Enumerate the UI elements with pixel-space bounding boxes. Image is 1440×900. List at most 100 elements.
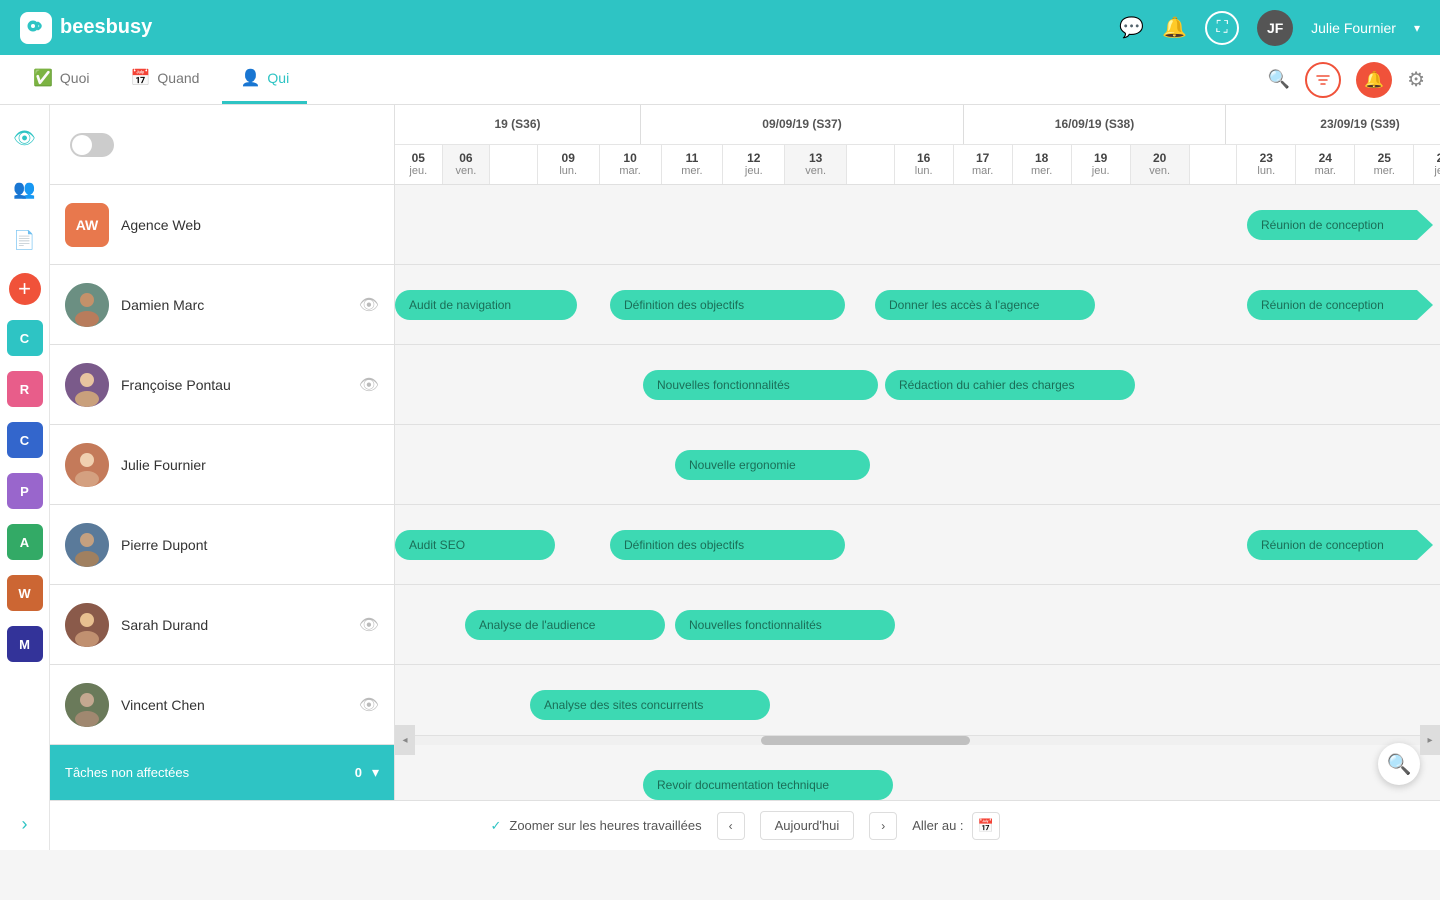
- sidebar-expand-btn[interactable]: ›: [22, 814, 28, 850]
- task-definition-objectifs-1[interactable]: Définition des objectifs: [610, 290, 845, 320]
- person-name-pierre-dupont: Pierre Dupont: [121, 537, 379, 553]
- person-row-damien-marc[interactable]: Damien Marc 👁: [50, 265, 394, 345]
- filter-btn[interactable]: [1305, 62, 1341, 98]
- tab-qui[interactable]: 👤 Qui: [222, 55, 307, 104]
- person-row-julie-fournier[interactable]: Julie Fournier: [50, 425, 394, 505]
- eye-icon-damien[interactable]: 👁: [359, 295, 379, 315]
- bottom-bar-left: ✓ Zoomer sur les heures travaillées: [490, 818, 701, 834]
- task-reunion-conception-1-top[interactable]: Réunion de conception: [1247, 210, 1417, 240]
- task-nouvelles-fonctionnalites-francoise[interactable]: Nouvelles fonctionnalités: [675, 610, 895, 640]
- goto-label: Aller au :: [912, 818, 963, 833]
- eye-icon-sarah[interactable]: 👁: [359, 615, 379, 635]
- sidebar-item-p[interactable]: P: [7, 473, 43, 509]
- chat-icon[interactable]: 💬: [1119, 15, 1144, 40]
- task-analyse-audience[interactable]: Analyse de l'audience: [465, 610, 665, 640]
- alert-btn[interactable]: 🔔: [1356, 62, 1392, 98]
- sidebar-item-r[interactable]: R: [7, 371, 43, 407]
- task-redaction-cahier[interactable]: Rédaction du cahier des charges: [885, 370, 1135, 400]
- avatar-sarah-durand: [65, 603, 109, 647]
- eye-icon-francoise[interactable]: 👁: [359, 375, 379, 395]
- task-audit-seo[interactable]: Audit SEO: [395, 530, 555, 560]
- task-arrow-right-3: [1417, 530, 1433, 560]
- unassigned-label: Tâches non affectées: [65, 765, 345, 780]
- gantt-scrollbar-thumb[interactable]: [761, 736, 970, 745]
- toggle-btn[interactable]: [70, 133, 114, 157]
- avatar-agence-web: AW: [65, 203, 109, 247]
- expand-btn[interactable]: ⛶: [1205, 11, 1239, 45]
- people-header: [50, 105, 394, 185]
- day-09: 09lun.: [538, 145, 600, 185]
- task-reunion-conception-1-bottom[interactable]: Réunion de conception: [1247, 290, 1417, 320]
- task-audit-navigation[interactable]: Audit de navigation: [395, 290, 577, 320]
- tab-quand[interactable]: 📅 Quand: [113, 55, 218, 104]
- prev-btn[interactable]: ‹: [717, 812, 745, 840]
- sidebar-item-view[interactable]: 👁: [7, 120, 43, 156]
- search-btn[interactable]: 🔍: [1268, 69, 1290, 90]
- gantt-row-francoise-1: Audit SEO Définition des objectifs Réuni…: [395, 505, 1440, 585]
- tab-quand-label: Quand: [157, 70, 199, 86]
- user-avatar[interactable]: JF: [1257, 10, 1293, 46]
- day-26: 26jeu.: [1414, 145, 1440, 185]
- person-row-agence-web[interactable]: AW Agence Web: [50, 185, 394, 265]
- tabs: ✅ Quoi 📅 Quand 👤 Qui: [15, 55, 307, 104]
- next-btn[interactable]: ›: [869, 812, 897, 840]
- sidebar-item-a[interactable]: A: [7, 524, 43, 560]
- task-nouvelles-fonctionnalites-damien[interactable]: Nouvelles fonctionnalités: [643, 370, 878, 400]
- check-icon: ✓: [490, 818, 501, 834]
- week-label-s37: 09/09/19 (S37): [641, 105, 964, 144]
- settings-btn[interactable]: ⚙: [1407, 67, 1425, 92]
- task-donner-acces[interactable]: Donner les accès à l'agence: [875, 290, 1095, 320]
- day-06: 06ven.: [443, 145, 491, 185]
- task-definition-objectifs-francoise[interactable]: Définition des objectifs: [610, 530, 845, 560]
- task-analyse-sites[interactable]: Analyse des sites concurrents: [530, 690, 770, 720]
- day-05: 05jeu.: [395, 145, 443, 185]
- day-24: 24mar.: [1296, 145, 1355, 185]
- goto-section: Aller au : 📅: [912, 812, 999, 840]
- day-25: 25mer.: [1355, 145, 1414, 185]
- person-row-francoise-pontau[interactable]: Françoise Pontau 👁: [50, 345, 394, 425]
- gantt-chart[interactable]: 19 (S36) 09/09/19 (S37) 16/09/19 (S38) 2…: [395, 105, 1440, 800]
- scroll-right-arrow[interactable]: ▸: [1420, 725, 1440, 755]
- sidebar-item-m[interactable]: M: [7, 626, 43, 662]
- avatar-francoise-pontau: [65, 363, 109, 407]
- day-07-spacer: [490, 145, 538, 185]
- sidebar-item-people[interactable]: 👥: [7, 171, 43, 207]
- scroll-left-arrow[interactable]: ◂: [395, 725, 415, 755]
- eye-icon-vincent[interactable]: 👁: [359, 695, 379, 715]
- logo-icon: [20, 12, 52, 44]
- unassigned-count: 0: [355, 765, 362, 780]
- gantt-row-francoise-2: Analyse de l'audience Nouvelles fonction…: [395, 585, 1440, 665]
- task-revoir-documentation[interactable]: Revoir documentation technique: [643, 770, 893, 800]
- task-reunion-conception-francoise[interactable]: Réunion de conception: [1247, 530, 1417, 560]
- week-label-s38: 16/09/19 (S38): [964, 105, 1226, 144]
- person-name-agence-web: Agence Web: [121, 217, 379, 233]
- day-row: 05jeu. 06ven. 09lun. 10mar. 11mer. 12jeu…: [395, 145, 1440, 185]
- gantt-container: AW Agence Web Damien Marc 👁 Franç: [50, 105, 1440, 800]
- tab-qui-label: Qui: [267, 70, 289, 86]
- day-10: 10mar.: [600, 145, 662, 185]
- add-btn[interactable]: +: [9, 273, 41, 305]
- sidebar-item-c2[interactable]: C: [7, 422, 43, 458]
- tab-quoi[interactable]: ✅ Quoi: [15, 55, 108, 104]
- unassigned-arrow: ▾: [372, 764, 379, 781]
- calendar-btn[interactable]: 📅: [972, 812, 1000, 840]
- sidebar-item-docs[interactable]: 📄: [7, 222, 43, 258]
- avatar-damien-marc: [65, 283, 109, 327]
- day-18: 18mer.: [1013, 145, 1072, 185]
- bell-icon[interactable]: 🔔: [1162, 15, 1187, 40]
- person-row-pierre-dupont[interactable]: Pierre Dupont: [50, 505, 394, 585]
- sidebar-item-c1[interactable]: C: [7, 320, 43, 356]
- person-row-vincent-chen[interactable]: Vincent Chen 👁: [50, 665, 394, 745]
- sidebar-item-w[interactable]: W: [7, 575, 43, 611]
- main-area: 👁 👥 📄 + C R C P A W M › AW: [0, 105, 1440, 850]
- zoom-search-btn[interactable]: 🔍: [1378, 743, 1420, 785]
- person-row-sarah-durand[interactable]: Sarah Durand 👁: [50, 585, 394, 665]
- week-label-s36: 19 (S36): [395, 105, 641, 144]
- gantt-scrollbar[interactable]: [395, 735, 1440, 745]
- unassigned-row[interactable]: Tâches non affectées 0 ▾: [50, 745, 394, 800]
- task-nouvelle-ergonomie[interactable]: Nouvelle ergonomie: [675, 450, 870, 480]
- today-btn[interactable]: Aujourd'hui: [760, 811, 855, 840]
- person-name-francoise-pontau: Françoise Pontau: [121, 377, 347, 393]
- user-dropdown-arrow[interactable]: ▾: [1414, 21, 1420, 35]
- day-11: 11mer.: [662, 145, 724, 185]
